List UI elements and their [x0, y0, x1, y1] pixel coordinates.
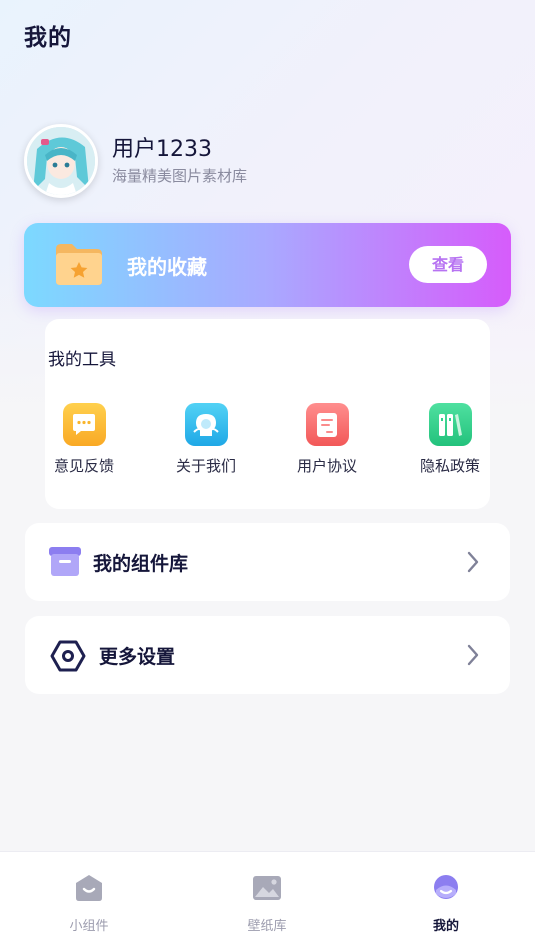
tab-profile[interactable]: 我的: [386, 872, 506, 934]
folder-icon: [56, 244, 102, 285]
wallpaper-icon: [253, 876, 281, 900]
feedback-icon: [62, 403, 106, 446]
tab-wallpapers[interactable]: 壁纸库: [207, 872, 327, 934]
chevron-right-icon: [467, 551, 479, 573]
user-name: 用户1233: [112, 137, 212, 162]
tool-about[interactable]: 关于我们: [161, 403, 251, 476]
tool-feedback[interactable]: 意见反馈: [39, 403, 129, 476]
widget-library-row[interactable]: 我的组件库: [25, 523, 510, 601]
privacy-icon: [428, 403, 472, 446]
favorites-label: 我的收藏: [127, 255, 207, 279]
tool-privacy[interactable]: 隐私政策: [405, 403, 495, 476]
tool-agreement[interactable]: 用户协议: [282, 403, 372, 476]
profile-section[interactable]: 用户1233 海量精美图片素材库: [24, 124, 247, 198]
row-label: 我的组件库: [93, 553, 189, 575]
avatar[interactable]: [24, 124, 98, 198]
widget-box-icon: [49, 547, 81, 576]
tool-label: 隐私政策: [419, 457, 480, 475]
tool-label: 意见反馈: [53, 457, 114, 475]
tab-widgets[interactable]: 小组件: [29, 872, 149, 934]
tool-label: 关于我们: [175, 457, 236, 475]
page-title: 我的: [24, 25, 72, 51]
view-favorites-button[interactable]: 查看: [409, 246, 487, 283]
favorites-card[interactable]: 我的收藏 查看: [24, 223, 511, 307]
user-subtitle: 海量精美图片素材库: [112, 167, 248, 185]
more-settings-row[interactable]: 更多设置: [25, 616, 510, 694]
tab-label: 我的: [432, 919, 459, 934]
settings-hexagon-icon: [50, 640, 86, 672]
chevron-right-icon: [467, 644, 479, 666]
tab-label: 壁纸库: [247, 919, 287, 934]
bottom-tab-bar: 小组件 壁纸库 我的: [0, 851, 535, 951]
widget-home-icon: [76, 875, 102, 901]
tool-label: 用户协议: [296, 457, 357, 475]
tab-label: 小组件: [69, 919, 109, 934]
agreement-icon: [305, 403, 349, 446]
tools-title: 我的工具: [48, 350, 116, 370]
about-icon: [184, 403, 228, 446]
profile-icon: [434, 875, 458, 899]
row-label: 更多设置: [99, 646, 176, 668]
tools-card: 我的工具 意见反馈 关于我们 用户协议 隐私政策: [45, 319, 490, 509]
